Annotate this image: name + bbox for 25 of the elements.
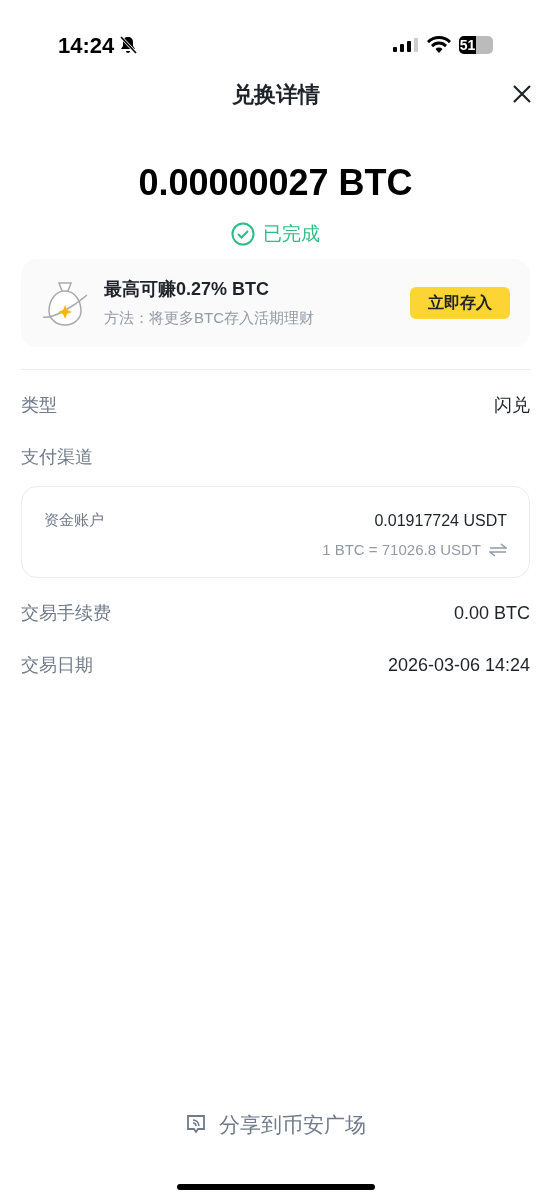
detail-label: 交易日期 (21, 654, 93, 677)
promo-subtitle: 方法：将更多BTC存入活期理财 (104, 307, 315, 328)
battery-icon: 51 (459, 36, 493, 54)
share-icon[interactable] (185, 1113, 207, 1136)
account-name: 资金账户 (44, 509, 104, 530)
exchange-rate: 1 BTC = 71026.8 USDT (322, 539, 481, 560)
detail-value: 闪兑 (494, 394, 530, 417)
detail-value: 2026-03-06 14:24 (387, 654, 530, 677)
detail-label: 类型 (21, 394, 57, 417)
signal-icon (393, 37, 419, 53)
detail-value: 0.00 BTC (453, 602, 530, 625)
page-title: 兑换详情 (231, 80, 320, 109)
amount: 0.00000027 BTC (138, 161, 413, 205)
close-icon[interactable] (512, 84, 532, 104)
deposit-button[interactable]: 立即存入 (410, 286, 510, 319)
wifi-icon (427, 36, 451, 54)
promo-title: 最高可赚0.27% BTC (104, 277, 271, 301)
detail-label: 支付渠道 (21, 446, 93, 469)
status-label: 已完成 (263, 222, 320, 246)
detail-label: 交易手续费 (21, 602, 111, 625)
share-link[interactable]: 分享到币安广场 (219, 1108, 366, 1140)
swap-icon[interactable] (489, 542, 507, 557)
bell-muted-icon (118, 35, 139, 55)
status-time: 14:24 (58, 31, 115, 60)
payment-amount: 0.01917724 USDT (374, 510, 507, 531)
